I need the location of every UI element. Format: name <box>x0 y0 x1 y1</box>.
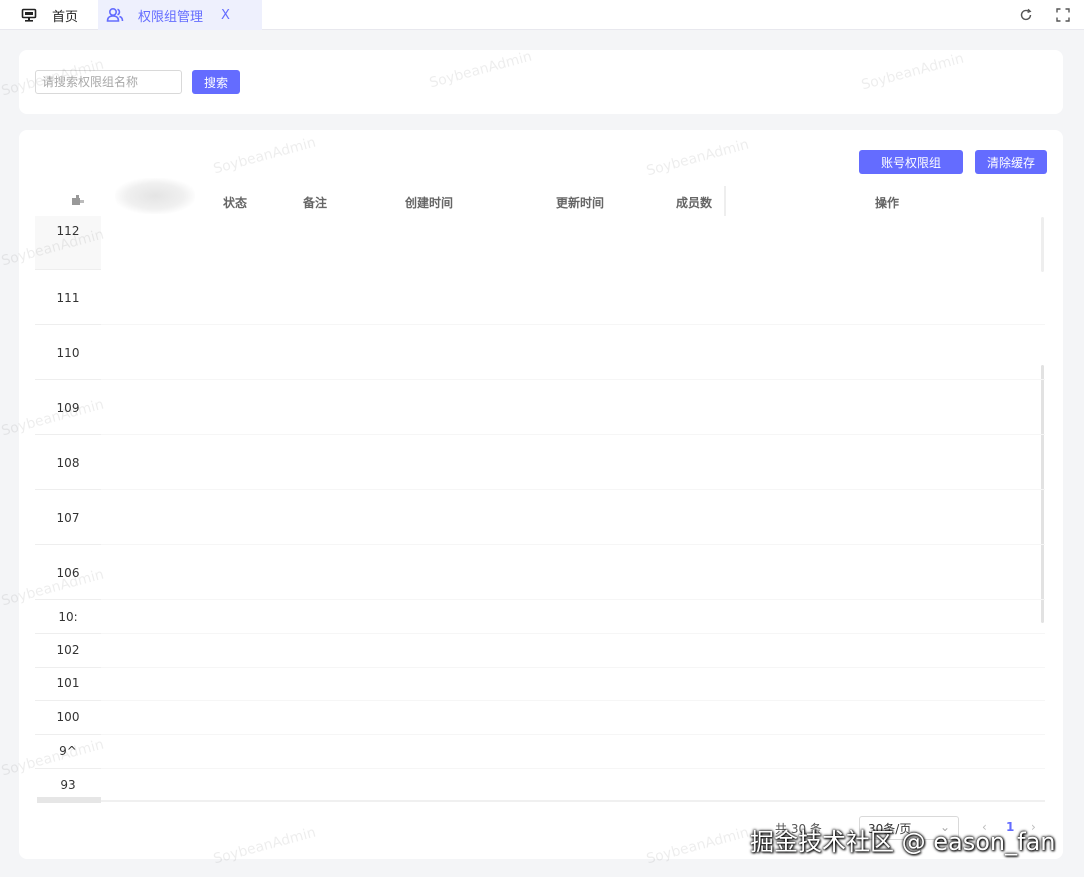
table-row[interactable]: 109 <box>35 380 101 435</box>
table-row[interactable]: 10: <box>35 600 101 634</box>
table-row[interactable]: 110 <box>35 325 101 380</box>
search-input[interactable] <box>35 70 182 94</box>
row-id: 9^ <box>59 744 77 758</box>
row-id: 107 <box>56 511 80 525</box>
table-row[interactable]: 100 <box>35 701 101 735</box>
row-divider <box>101 768 1045 769</box>
table-row[interactable]: 9^ <box>35 735 101 769</box>
column-header-actions: 操作 <box>875 196 900 210</box>
row-divider <box>101 667 1045 668</box>
row-id: 108 <box>56 456 80 470</box>
reload-icon[interactable] <box>1016 5 1036 25</box>
footer-overlay-text: 掘金技术社区 @ eason_fan <box>750 828 1056 856</box>
row-divider <box>101 599 1045 600</box>
table-header: 状态 备注 创建时间 更新时间 成员数 操作 <box>19 186 1063 218</box>
table-row[interactable]: 102 <box>35 634 101 668</box>
users-icon <box>104 7 126 23</box>
table-row[interactable]: 111 <box>35 270 101 325</box>
row-divider <box>101 633 1045 634</box>
tab-home-label: 首页 <box>52 9 79 25</box>
table-row[interactable]: 108 <box>35 435 101 490</box>
row-id: 110 <box>56 346 80 360</box>
column-header-status: 状态 <box>223 196 248 210</box>
row-id: 111 <box>56 291 80 305</box>
table-row[interactable]: 107 <box>35 490 101 545</box>
row-id: 10: <box>58 610 78 624</box>
column-header-created-at: 创建时间 <box>405 196 454 210</box>
table-row[interactable]: 112 <box>35 216 101 270</box>
row-divider <box>101 734 1045 735</box>
row-divider <box>101 544 1045 545</box>
column-resize-handle[interactable] <box>724 186 726 216</box>
row-id: 109 <box>56 401 80 415</box>
row-id: 106 <box>56 566 80 580</box>
close-icon[interactable]: X <box>221 8 230 23</box>
column-header-remark: 备注 <box>303 196 328 210</box>
monitor-icon <box>18 8 40 22</box>
account-permission-group-button[interactable]: 账号权限组 <box>859 150 963 174</box>
row-divider <box>101 434 1045 435</box>
search-button[interactable]: 搜索 <box>192 70 240 94</box>
column-header-member-count: 成员数 <box>676 196 713 210</box>
vertical-scrollbar-top <box>1041 217 1044 272</box>
column-header-updated-at: 更新时间 <box>556 196 605 210</box>
id-column-icon <box>71 194 85 209</box>
horizontal-scrollbar-thumb[interactable] <box>37 797 101 803</box>
row-divider <box>101 324 1045 325</box>
table-card: 账号权限组 清除缓存 状态 备注 创建时间 更新时间 成员数 操作 112 11… <box>19 130 1063 859</box>
row-id: 101 <box>56 676 80 690</box>
fullscreen-icon[interactable] <box>1053 5 1073 25</box>
row-id: 93 <box>60 778 76 792</box>
horizontal-scrollbar-track <box>101 800 1045 802</box>
clear-cache-button[interactable]: 清除缓存 <box>975 150 1047 174</box>
row-divider <box>101 700 1045 701</box>
row-id: 100 <box>56 710 80 724</box>
table-row[interactable]: 101 <box>35 668 101 701</box>
tab-permission-group[interactable]: 权限组管理 X <box>98 0 262 30</box>
row-divider <box>101 379 1045 380</box>
tab-bar: 首页 权限组管理 X <box>0 0 1084 30</box>
vertical-scrollbar-thumb[interactable] <box>1041 365 1044 623</box>
row-divider <box>101 489 1045 490</box>
row-id: 112 <box>56 224 80 238</box>
tab-home[interactable]: 首页 <box>14 0 98 30</box>
search-card: 搜索 <box>19 50 1063 114</box>
row-id: 102 <box>56 643 80 657</box>
table-row[interactable]: 106 <box>35 545 101 600</box>
tab-active-label: 权限组管理 <box>138 9 204 25</box>
